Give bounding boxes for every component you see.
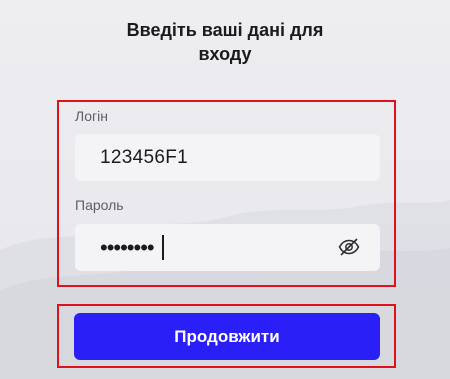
password-masked-value: •••••••• — [100, 235, 155, 260]
password-label: Пароль — [75, 197, 124, 213]
text-caret — [162, 235, 164, 260]
page-title: Введіть ваші дані для входу — [80, 18, 370, 66]
login-field[interactable]: 123456F1 — [75, 134, 380, 181]
continue-button[interactable]: Продовжити — [74, 313, 380, 360]
password-field[interactable]: •••••••• — [75, 224, 380, 271]
login-value: 123456F1 — [100, 147, 188, 168]
eye-slash-icon[interactable] — [338, 238, 360, 256]
login-label: Логін — [75, 108, 108, 124]
page-title-line-2: входу — [198, 44, 252, 64]
page-title-line-1: Введіть ваші дані для — [126, 20, 324, 40]
